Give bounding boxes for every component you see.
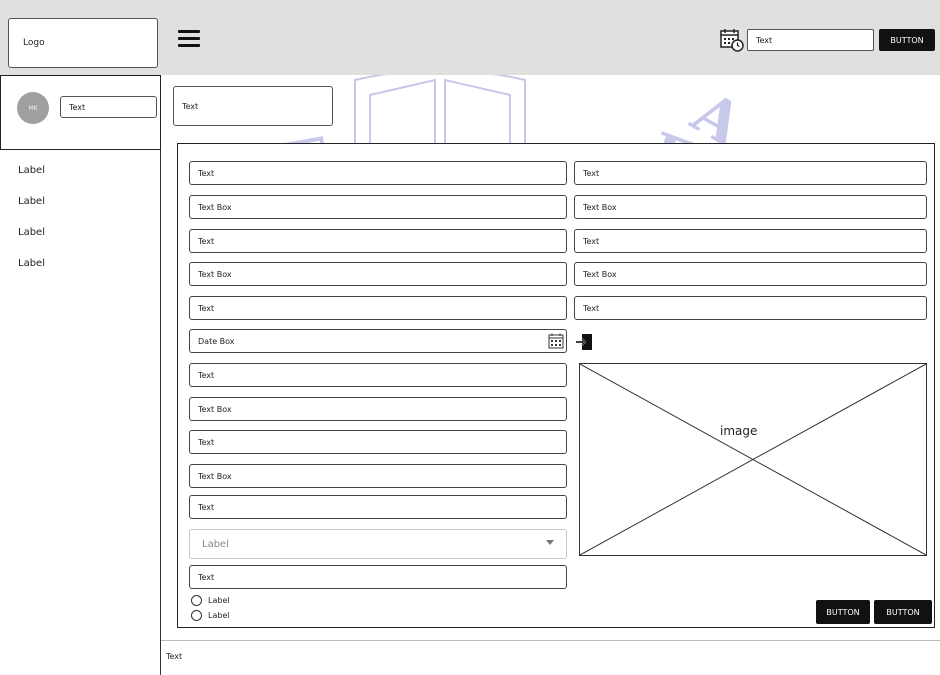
text-field[interactable]: Text (189, 430, 567, 454)
footer-text: Text (166, 652, 183, 661)
hamburger-menu-icon[interactable] (178, 30, 200, 48)
login-icon[interactable] (575, 333, 593, 351)
image-label: image (720, 424, 758, 438)
user-text-field[interactable]: Text (60, 96, 157, 118)
text-field[interactable]: Text (189, 495, 567, 519)
text-field[interactable]: Text (189, 229, 567, 253)
header-search-input[interactable]: Text (747, 29, 874, 51)
text-box-field[interactable]: Text Box (189, 195, 567, 219)
form-button-1[interactable]: BUTTON (816, 600, 870, 624)
sidebar-item-1[interactable]: Label (18, 163, 138, 177)
sidebar-item-4[interactable]: Label (18, 256, 138, 270)
text-field[interactable]: Text (574, 296, 927, 320)
text-box-field[interactable]: Text Box (189, 464, 567, 488)
logo[interactable]: Logo (8, 18, 158, 68)
text-field[interactable]: Text (189, 565, 567, 589)
text-field[interactable]: Text (189, 161, 567, 185)
text-field[interactable]: Text (574, 161, 927, 185)
sidebar-item-2[interactable]: Label (18, 194, 138, 208)
text-box-field[interactable]: Text Box (189, 262, 567, 286)
sidebar-item-3[interactable]: Label (18, 225, 138, 239)
text-field[interactable]: Text (574, 229, 927, 253)
text-box-field[interactable]: Text Box (189, 397, 567, 421)
text-box-field[interactable]: Text Box (574, 195, 927, 219)
text-box-field[interactable]: Text Box (574, 262, 927, 286)
caret-down-icon[interactable] (546, 540, 554, 546)
form-button-2[interactable]: BUTTON (874, 600, 932, 624)
radio-button[interactable] (191, 595, 202, 606)
calendar-icon[interactable] (548, 333, 564, 349)
text-field[interactable]: Text (189, 363, 567, 387)
avatar[interactable]: MK (17, 92, 49, 124)
image-placeholder (579, 363, 927, 556)
footer-divider (161, 640, 940, 641)
date-box-field[interactable]: Date Box (189, 329, 567, 353)
radio-button[interactable] (191, 610, 202, 621)
content-header-field[interactable]: Text (173, 86, 333, 126)
header-button[interactable]: BUTTON (879, 29, 935, 51)
radio-label: Label (208, 596, 230, 605)
label-dropdown[interactable]: Label (189, 529, 567, 559)
calendar-clock-icon[interactable] (720, 28, 744, 52)
radio-label: Label (208, 611, 230, 620)
text-field[interactable]: Text (189, 296, 567, 320)
